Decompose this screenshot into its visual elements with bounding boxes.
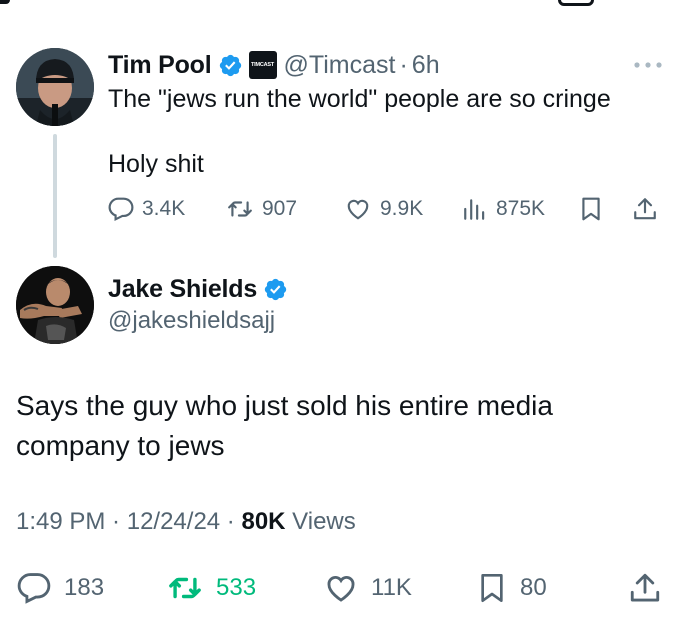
reply-icon [108, 197, 134, 222]
separator: · [399, 50, 408, 79]
repost-button[interactable]: 533 [166, 565, 256, 611]
repost-count: 907 [262, 197, 298, 220]
parent-tweet[interactable]: Tim Pool TIMCAST @Timcast · 6h The "jews… [0, 40, 680, 230]
previous-content-fragment [0, 0, 680, 10]
reply-icon [17, 573, 51, 604]
verified-badge-icon[interactable] [263, 277, 288, 302]
bookmark-icon [481, 574, 503, 602]
repost-icon [228, 201, 252, 217]
share-icon [634, 198, 656, 220]
avatar[interactable] [16, 48, 94, 126]
avatar-image [16, 266, 94, 344]
tweet-date[interactable]: 12/24/24 [127, 508, 220, 535]
reply-count: 183 [64, 574, 105, 601]
focused-tweet: Jake Shields @jakeshieldsajj Says the gu… [0, 262, 680, 638]
bookmark-count: 80 [520, 574, 547, 601]
reply-button[interactable]: 183 [16, 565, 104, 611]
separator: · [220, 508, 242, 535]
like-count: 11K [371, 574, 412, 601]
views-count[interactable]: 80K [241, 508, 285, 535]
display-name[interactable]: Tim Pool [108, 51, 212, 80]
bookmark-button[interactable] [578, 189, 604, 229]
bookmark-button[interactable]: 80 [476, 565, 547, 611]
share-icon [630, 573, 660, 602]
views-count: 875K [496, 197, 546, 220]
tweet-text: Says the guy who just sold his entire me… [16, 390, 553, 461]
separator: · [105, 508, 127, 535]
repost-count: 533 [216, 574, 257, 601]
reply-button[interactable]: 3.4K [108, 189, 185, 229]
like-count: 9.9K [380, 197, 424, 220]
reply-action-bar: 183 533 11K 80 [0, 565, 680, 611]
analytics-icon [464, 199, 485, 220]
like-button[interactable]: 11K [323, 565, 412, 611]
display-name[interactable]: Jake Shields [108, 275, 257, 304]
timestamp[interactable]: 6h [412, 51, 440, 80]
avatar-image [16, 48, 94, 126]
tweet-time[interactable]: 1:49 PM [16, 508, 105, 535]
more-options-icon[interactable] [632, 60, 664, 70]
handle[interactable]: @Timcast [284, 51, 396, 80]
tweet-text-line2: Holy shit [108, 150, 204, 178]
views-label: Views [285, 508, 356, 535]
tweet-metadata: 1:49 PM · 12/24/24 · 80K Views [16, 508, 356, 536]
views-button[interactable]: 875K [462, 189, 545, 229]
heart-icon [327, 576, 355, 602]
reply-count: 3.4K [142, 197, 186, 220]
avatar[interactable] [16, 266, 94, 344]
verified-badge-icon[interactable] [218, 53, 243, 78]
handle[interactable]: @jakeshieldsajj [108, 307, 275, 335]
fragment-icon [558, 0, 594, 6]
parent-name-row: Tim Pool TIMCAST @Timcast · 6h [108, 48, 440, 82]
parent-action-bar: 3.4K 907 9.9K 875K [0, 189, 680, 229]
share-button[interactable] [632, 189, 658, 229]
repost-icon [169, 577, 201, 599]
like-button[interactable]: 9.9K [344, 189, 423, 229]
tweet-text-line1: The "jews run the world" people are so c… [108, 85, 611, 113]
share-button[interactable] [628, 565, 662, 611]
repost-button[interactable]: 907 [226, 189, 297, 229]
reply-name-row: Jake Shields [108, 272, 288, 306]
heart-icon [347, 199, 369, 220]
affiliate-badge-icon[interactable]: TIMCAST [248, 51, 277, 79]
bookmark-icon [582, 197, 600, 221]
thread-connector [53, 134, 57, 258]
fragment-mark [0, 0, 10, 4]
